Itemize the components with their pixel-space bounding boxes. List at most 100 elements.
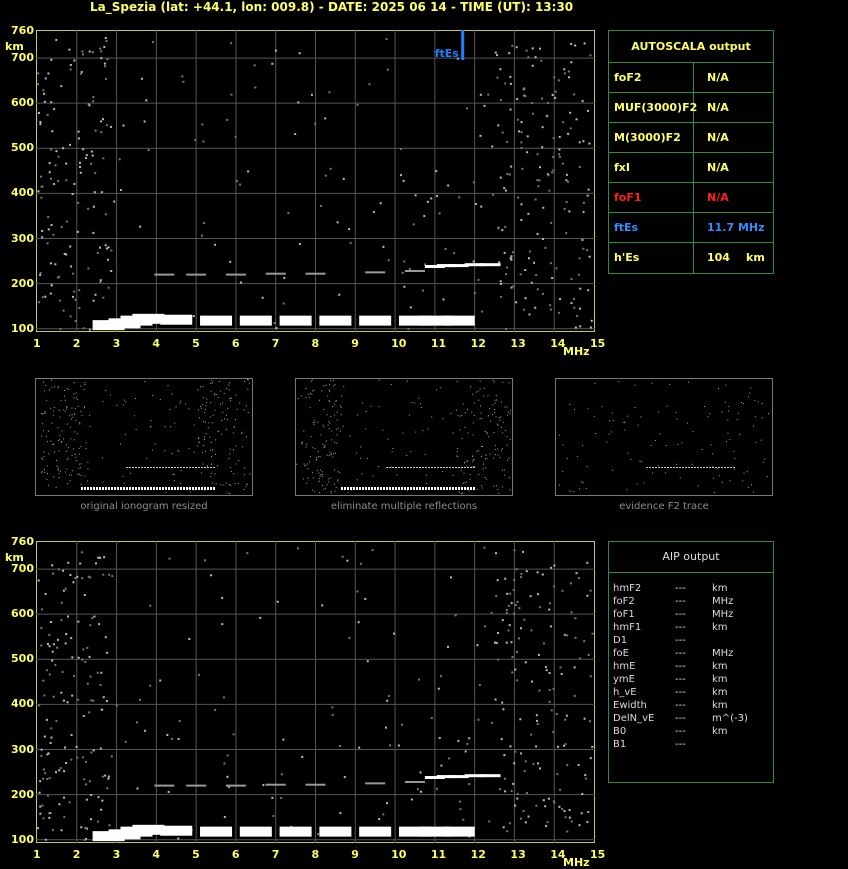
thumb-point: [78, 453, 80, 455]
noise-point: [527, 815, 530, 818]
thumb-point: [410, 451, 412, 453]
noise-point: [587, 289, 590, 292]
thumb-point: [72, 416, 74, 418]
noise-point: [509, 75, 512, 78]
thumb-point: [490, 420, 492, 422]
noise-point: [515, 568, 518, 571]
thumb-trace: [422, 487, 424, 490]
thumb-point: [501, 426, 503, 428]
noise-point: [570, 611, 573, 614]
y-axis-label: km: [5, 551, 24, 564]
trace-point: [239, 315, 272, 326]
noise-point: [331, 706, 334, 709]
noise-point: [40, 626, 43, 629]
noise-point: [271, 796, 274, 799]
noise-point: [70, 637, 73, 640]
aip-name: DelN_vE: [613, 713, 655, 724]
thumb-point: [643, 482, 645, 484]
thumb-point: [330, 380, 332, 382]
thumb-point: [426, 482, 428, 484]
thumb-point: [321, 473, 323, 475]
noise-point: [343, 776, 346, 779]
thumb-point: [210, 463, 212, 465]
noise-point: [511, 671, 514, 674]
noise-point: [528, 250, 531, 253]
thumb-point: [321, 390, 323, 392]
autoscala-param-value: 11.7 MHz: [707, 221, 765, 234]
thumb-point: [243, 474, 245, 476]
noise-point: [87, 207, 90, 210]
trace-point: [132, 824, 165, 835]
thumb-point: [230, 397, 232, 399]
noise-point: [61, 670, 64, 673]
thumb-trace: [186, 487, 188, 490]
thumb-point: [83, 388, 85, 390]
thumb-point: [356, 414, 358, 416]
noise-point: [541, 126, 544, 129]
thumb-trace: [114, 487, 116, 490]
ionogram-plot-top: ftEs: [36, 30, 595, 332]
thumb-point: [312, 477, 314, 479]
noise-point: [438, 737, 441, 740]
thumb-point: [321, 476, 323, 478]
thumb-point: [326, 454, 328, 456]
trace-point: [239, 826, 272, 837]
thumb-point: [329, 422, 331, 424]
noise-point: [520, 121, 523, 124]
noise-point: [516, 792, 519, 795]
noise-point: [111, 575, 114, 578]
thumb-point: [377, 466, 379, 468]
thumb-trace: [81, 487, 83, 490]
noise-point: [587, 188, 590, 191]
noise-point: [57, 638, 60, 641]
x-tick-label: 10: [391, 848, 407, 861]
thumb-point: [458, 491, 460, 493]
thumb-point: [311, 472, 313, 474]
thumb-point: [84, 382, 86, 384]
x-tick-label: 15: [590, 337, 606, 350]
thumb-point: [473, 458, 475, 460]
thumb-point: [479, 388, 481, 390]
noise-point: [317, 833, 320, 836]
thumb-trace: [428, 467, 430, 468]
noise-point: [54, 164, 57, 167]
noise-point: [136, 721, 139, 724]
trace-point: [359, 826, 392, 837]
noise-point: [465, 107, 468, 110]
thumb-point: [207, 427, 209, 429]
thumb-point: [173, 480, 175, 482]
thumb-point: [365, 410, 367, 412]
aip-unit: km: [712, 700, 728, 711]
thumb-point: [41, 457, 43, 459]
thumb-trace: [440, 467, 442, 468]
noise-point: [47, 228, 50, 231]
noise-point: [103, 62, 106, 65]
noise-point: [89, 624, 92, 627]
thumb-trace: [646, 467, 648, 468]
noise-point: [78, 166, 81, 169]
thumb-point: [755, 442, 757, 444]
noise-point: [412, 223, 415, 226]
thumb-trace: [374, 487, 376, 490]
noise-point: [577, 273, 580, 276]
thumb-point: [340, 407, 342, 409]
noise-point: [75, 745, 78, 748]
noise-point: [581, 100, 584, 103]
thumb-point: [725, 441, 727, 443]
thumb-trace: [147, 467, 149, 468]
noise-point: [86, 646, 89, 649]
x-tick-label: 7: [271, 848, 280, 861]
noise-point: [37, 83, 40, 86]
thumb-point: [210, 402, 212, 404]
aip-unit: km: [712, 674, 728, 685]
noise-point: [423, 215, 426, 218]
thumb-point: [135, 428, 137, 430]
thumb-point: [228, 484, 230, 486]
noise-point: [588, 720, 591, 723]
thumb-point: [339, 471, 341, 473]
thumb-point: [80, 467, 82, 469]
thumb-point: [466, 461, 468, 463]
noise-point: [104, 78, 107, 81]
thumb-point: [493, 431, 495, 433]
noise-point: [524, 297, 527, 300]
